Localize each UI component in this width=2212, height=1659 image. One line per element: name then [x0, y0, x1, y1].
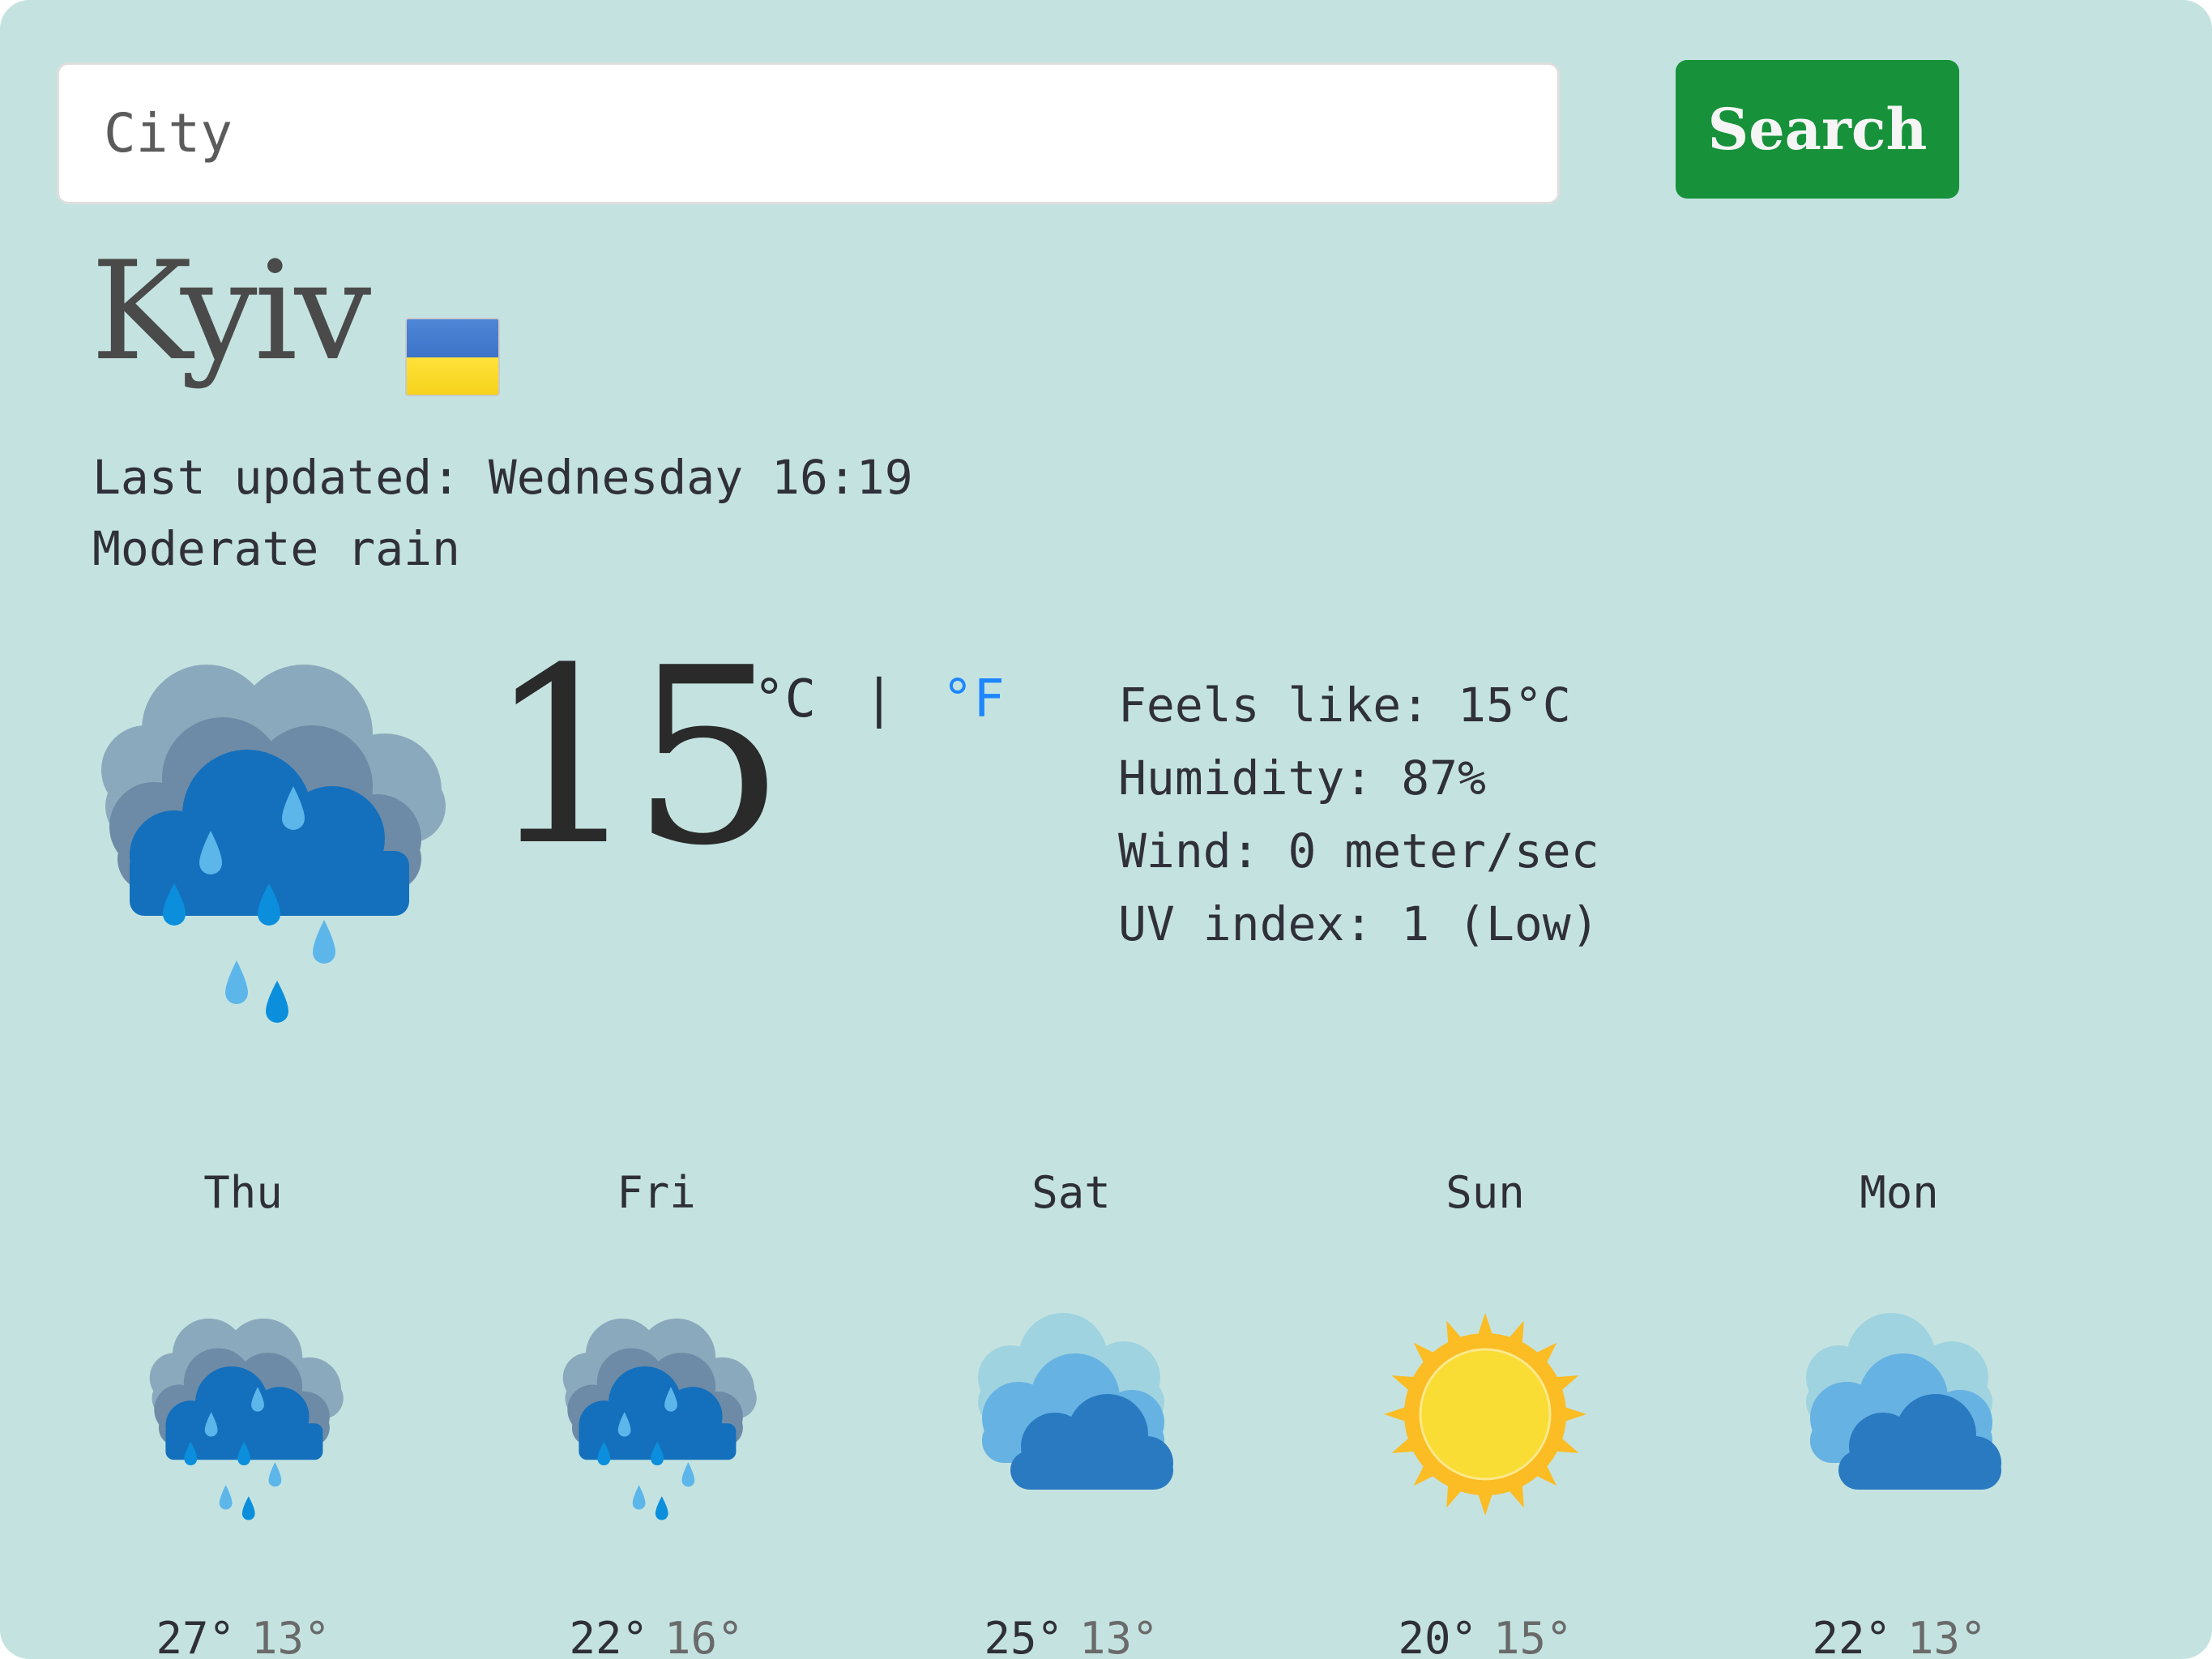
forecast-low: 13° [1079, 1613, 1159, 1659]
forecast-temps: 20° 15° [1315, 1613, 1655, 1659]
last-updated: Last updated: Wednesday 16:19 [92, 450, 913, 505]
humidity: Humidity: 87% [1118, 750, 1486, 806]
rain-cloud-icon [547, 1305, 766, 1524]
forecast-low: 13° [251, 1613, 331, 1659]
weather-condition: Moderate rain [92, 521, 460, 576]
rain-cloud-icon [134, 1305, 352, 1524]
celsius-unit: °C [754, 669, 817, 729]
forecast-day-name: Thu [203, 1167, 283, 1218]
cloudy-icon [1790, 1305, 2009, 1524]
wind: Wind: 0 meter/sec [1118, 823, 1599, 879]
fahrenheit-link[interactable]: °F [942, 669, 1005, 729]
forecast-day: Fri 22° 16° [486, 1167, 826, 1659]
forecast-day: Thu 27° 13° [73, 1167, 413, 1659]
forecast-day: Sat 25° 13° [901, 1167, 1241, 1659]
forecast-day: Sun 20° 15° [1315, 1167, 1655, 1659]
forecast-high: 20° [1398, 1613, 1477, 1659]
current-temperature: 15 [486, 616, 786, 899]
feels-like: Feels like: 15°C [1118, 678, 1571, 733]
forecast-low: 16° [664, 1613, 744, 1659]
weather-details: Feels like: 15°C Humidity: 87% Wind: 0 m… [1118, 669, 1599, 960]
sun-icon [1376, 1305, 1595, 1524]
uv-index: UV index: 1 (Low) [1118, 896, 1599, 951]
forecast-day: Mon 22° 13° [1729, 1167, 2069, 1659]
forecast-day-name: Sat [1031, 1167, 1111, 1218]
forecast-temps: 22° 16° [486, 1613, 826, 1659]
weather-app: Search Kyiv Last updated: Wednesday 16:1… [0, 0, 2212, 1659]
forecast-temps: 22° 13° [1729, 1613, 2069, 1659]
city-name: Kyiv [91, 232, 371, 391]
forecast-low: 13° [1907, 1613, 1987, 1659]
forecast-day-name: Fri [617, 1167, 696, 1218]
unit-separator: | [863, 669, 895, 729]
forecast-day-name: Sun [1445, 1167, 1525, 1218]
unit-switcher: °C | °F [754, 669, 1005, 729]
forecast-temps: 25° 13° [901, 1613, 1241, 1659]
forecast-day-name: Mon [1860, 1167, 1939, 1218]
rain-cloud-icon [73, 640, 462, 1029]
forecast-low: 15° [1493, 1613, 1573, 1659]
cloudy-icon [962, 1305, 1181, 1524]
forecast-high: 22° [569, 1613, 648, 1659]
forecast-high: 25° [984, 1613, 1063, 1659]
forecast-high: 22° [1812, 1613, 1891, 1659]
search-button[interactable]: Search [1676, 60, 1959, 199]
forecast-high: 27° [156, 1613, 235, 1659]
ukraine-flag-icon [405, 318, 500, 396]
forecast-temps: 27° 13° [73, 1613, 413, 1659]
city-search-input[interactable] [57, 62, 1560, 204]
